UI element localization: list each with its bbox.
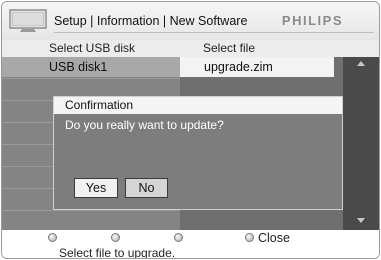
yes-button[interactable]: Yes [74, 178, 118, 198]
screen-frame: Setup | Information | New Software PHILI… [1, 1, 380, 259]
option-dot-icon[interactable] [174, 233, 183, 242]
list-item-file[interactable]: upgrade.zim [180, 57, 334, 77]
no-button[interactable]: No [125, 178, 168, 198]
arrow-down-icon[interactable] [357, 218, 365, 223]
list-item-usb-disk[interactable]: USB disk1 [2, 57, 180, 77]
option-dot-icon[interactable] [111, 233, 120, 242]
tv-icon [9, 9, 47, 32]
dialog-message: Do you really want to update? [65, 118, 224, 132]
left-column-heading: Select USB disk [2, 40, 180, 57]
breadcrumb: Setup | Information | New Software [54, 14, 248, 28]
header-bar: Setup | Information | New Software PHILI… [2, 2, 379, 40]
dialog-title: Confirmation [54, 97, 342, 114]
arrow-up-icon[interactable] [357, 61, 365, 66]
brand-logo: PHILIPS [281, 13, 343, 28]
right-column-heading: Select file [180, 40, 379, 57]
close-label[interactable]: Close [258, 231, 290, 245]
scrollbar[interactable] [343, 57, 379, 230]
header-divider [54, 32, 374, 33]
footer-hint: Select file to upgrade. [59, 246, 176, 259]
option-dot-icon[interactable] [48, 233, 57, 242]
option-dot-icon[interactable] [245, 233, 254, 242]
footer-bar: Close Select file to upgrade. [2, 230, 379, 259]
